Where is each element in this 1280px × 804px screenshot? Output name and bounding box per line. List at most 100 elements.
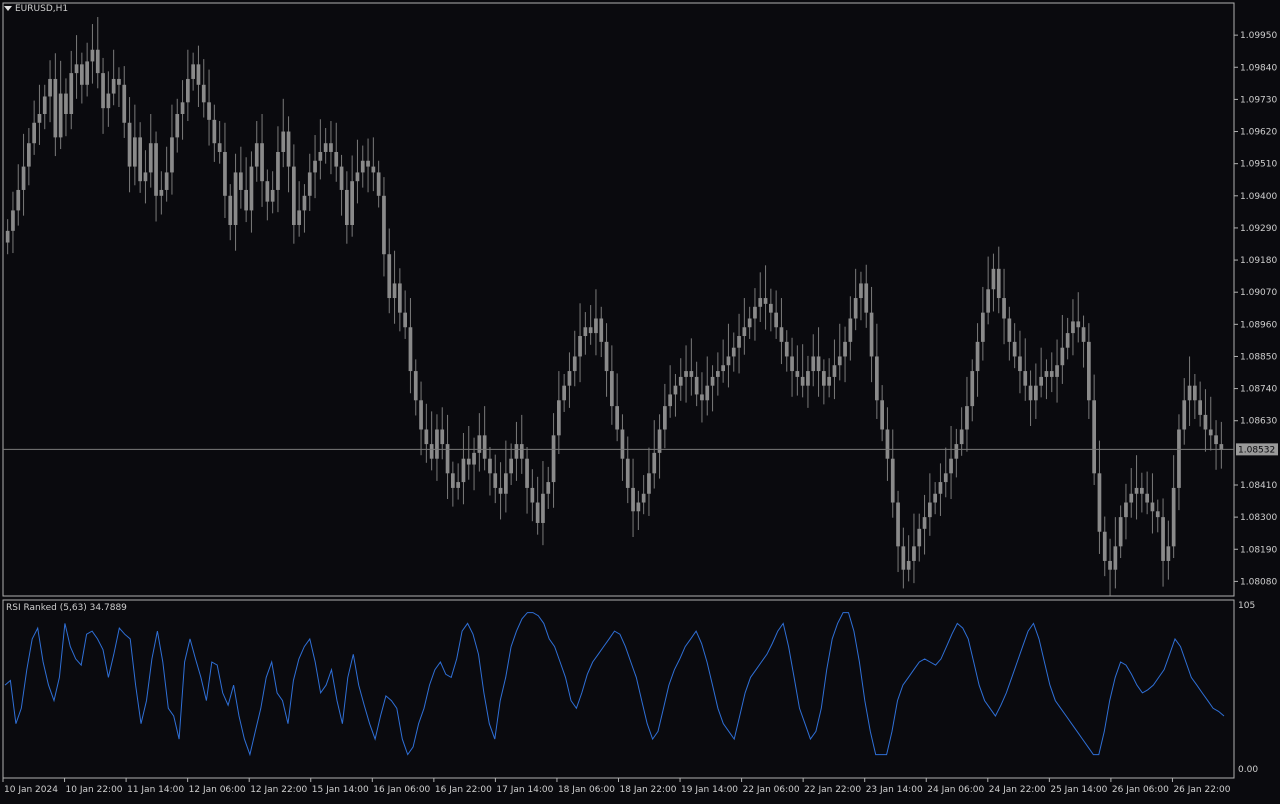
candle (1086, 323, 1091, 419)
candle-body (647, 473, 651, 494)
candle-body (1161, 517, 1165, 561)
candle (11, 191, 15, 254)
candle (127, 97, 132, 193)
candle-body (827, 376, 832, 386)
chart-window[interactable]: 1.09950 1.09840 1.09730 1.09620 1.09510 1.094… (0, 0, 1280, 800)
price-tick-label: 1.08850 (1240, 352, 1277, 362)
candle-body (1055, 365, 1059, 377)
candle-body (148, 143, 153, 173)
time-tick-label: 26 Jan 06:00 (1112, 785, 1169, 795)
candle (625, 436, 630, 504)
candle (853, 268, 858, 331)
candle-body (254, 143, 259, 167)
candle (572, 330, 577, 387)
candle (344, 171, 349, 244)
candle-body (917, 528, 922, 547)
time-tick-label: 18 Jan 06:00 (558, 785, 615, 795)
time-tick-label: 10 Jan 2024 (4, 785, 58, 795)
candle (32, 100, 37, 155)
candle-body (906, 560, 911, 570)
candle-body (281, 131, 286, 152)
candle (408, 298, 413, 394)
candle (594, 289, 598, 356)
candle-body (763, 298, 768, 304)
candle-body (800, 376, 805, 386)
candle-body (95, 49, 100, 74)
candle-body (869, 312, 874, 357)
candle (185, 49, 190, 122)
candle (1219, 421, 1224, 469)
candle (912, 513, 916, 584)
candle-body (525, 458, 529, 488)
candle (307, 153, 312, 211)
candle-body (461, 458, 466, 483)
candle-body (270, 189, 275, 202)
candle (1002, 268, 1006, 345)
candle-body (837, 356, 842, 366)
candle-body (69, 73, 74, 115)
candle-body (424, 429, 429, 445)
candle-body (885, 429, 890, 459)
candle (217, 121, 222, 164)
candle-body (307, 172, 312, 196)
candle (132, 104, 137, 186)
candle-body (853, 298, 858, 319)
candle-body (986, 289, 991, 313)
candle (949, 425, 953, 500)
candle (885, 407, 890, 481)
candle-body (180, 102, 185, 115)
candle (254, 121, 259, 182)
candle-body (859, 283, 863, 299)
candle-body (959, 429, 964, 445)
candle (874, 323, 879, 419)
price-tick-label: 1.08960 (1240, 320, 1277, 330)
candle (355, 139, 360, 204)
candle (694, 361, 699, 407)
candle (1124, 483, 1128, 540)
candle-body (440, 429, 445, 445)
candle-body (599, 318, 604, 342)
candle (1145, 471, 1150, 515)
candle-body (154, 143, 158, 196)
candle (201, 59, 206, 118)
candle (927, 473, 932, 536)
candle-body (710, 376, 715, 386)
candle-body (445, 444, 450, 474)
candle-body (949, 458, 953, 474)
candle-body (1023, 371, 1028, 386)
candle (159, 171, 164, 215)
candle-body (191, 64, 196, 79)
candle (514, 421, 519, 481)
candle (631, 458, 635, 537)
candle (472, 437, 476, 491)
candle-body (1086, 341, 1091, 401)
time-tick-label: 26 Jan 22:00 (1173, 785, 1230, 795)
candle-body (1108, 560, 1112, 570)
price-chart[interactable]: 1.09950 1.09840 1.09730 1.09620 1.09510 1.094… (0, 0, 1280, 800)
candle (731, 332, 736, 372)
candle-body (1071, 321, 1075, 334)
candle (334, 122, 339, 182)
candle-body (991, 268, 996, 290)
candle-body (429, 444, 434, 459)
candle (986, 256, 991, 325)
price-tick-label: 1.09070 (1240, 288, 1277, 298)
candle-body (488, 458, 492, 474)
candle-body (784, 341, 789, 357)
symbol-header[interactable]: EURUSD,H1 (4, 4, 68, 14)
candle-body (323, 143, 328, 152)
candle-body (636, 502, 641, 512)
candle-body (737, 336, 741, 348)
candle (965, 376, 969, 452)
candle-body (435, 429, 439, 459)
candle-body (217, 143, 222, 152)
candle-body (678, 376, 683, 386)
candle (991, 253, 996, 312)
triangle-down-icon[interactable] (4, 6, 12, 11)
candle-body (159, 189, 164, 196)
candle-body (175, 114, 180, 138)
candle (16, 164, 21, 226)
candle (302, 184, 307, 233)
candle (106, 71, 111, 127)
candle-body (32, 122, 37, 144)
